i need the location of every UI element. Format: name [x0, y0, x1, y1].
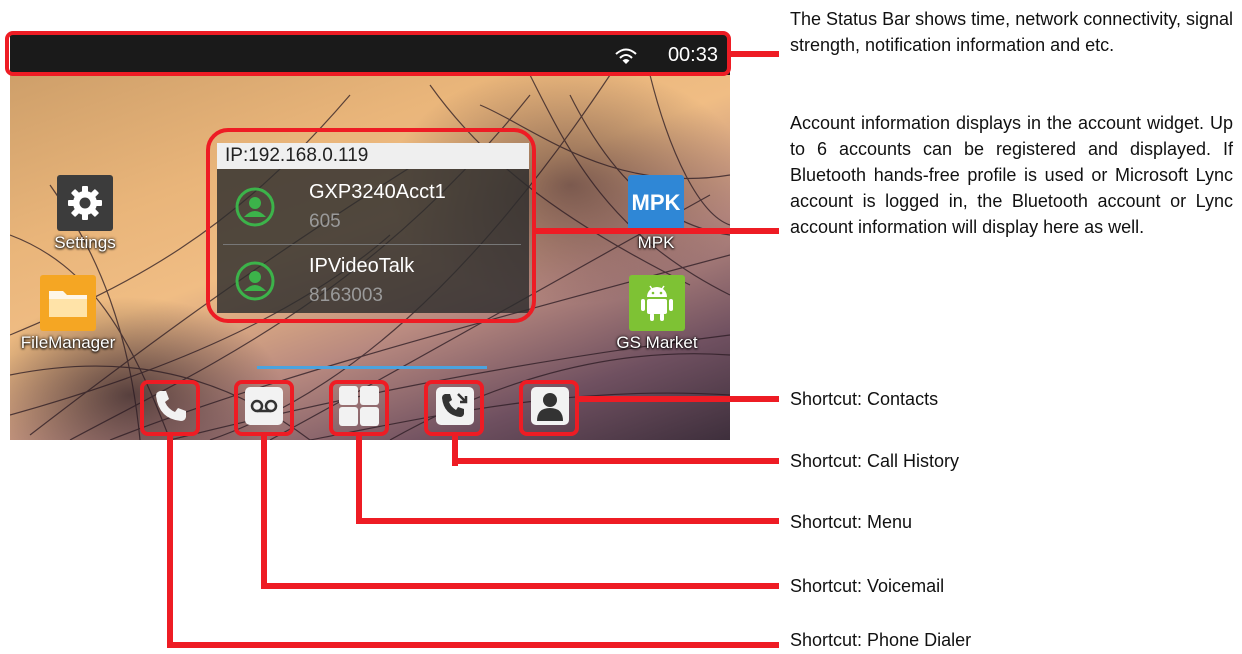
phone-dialer-highlight: [140, 380, 200, 436]
status-bar-callout: The Status Bar shows time, network conne…: [790, 9, 1233, 55]
account-widget-callout: Account information displays in the acco…: [790, 113, 1233, 237]
voicemail-connector-h: [261, 583, 779, 589]
gs-market-app[interactable]: GS Market: [597, 275, 717, 353]
menu-callout: Shortcut: Menu: [790, 512, 913, 532]
call-history-connector-h: [452, 458, 779, 464]
phone-dialer-connector-h: [167, 642, 779, 648]
mpk-tile-text: MPK: [631, 190, 681, 215]
settings-app[interactable]: Settings: [25, 175, 145, 253]
account-widget-highlight: [206, 128, 536, 323]
contacts-connector: [579, 396, 779, 402]
status-bar-connector: [731, 51, 779, 57]
mpk-icon: MPK: [628, 175, 684, 231]
call-history-highlight: [424, 380, 484, 436]
call-history-callout: Shortcut: Call History: [790, 451, 960, 471]
menu-connector-h: [356, 518, 779, 524]
status-bar-highlight: [5, 31, 731, 76]
gear-icon: [57, 175, 113, 231]
android-icon: [629, 275, 685, 331]
voicemail-connector-v: [261, 436, 267, 589]
menu-highlight: [329, 380, 389, 436]
file-manager-app[interactable]: FileManager: [10, 275, 128, 353]
phone-dialer-connector-v: [167, 436, 173, 648]
gs-market-label: GS Market: [616, 333, 698, 352]
contacts-callout: Shortcut: Contacts: [790, 389, 939, 409]
settings-label: Settings: [54, 233, 116, 252]
phone-dialer-callout: Shortcut: Phone Dialer: [790, 630, 972, 650]
voicemail-highlight: [234, 380, 294, 436]
voicemail-callout: Shortcut: Voicemail: [790, 576, 945, 596]
mpk-app[interactable]: MPK MPK: [596, 175, 716, 253]
account-widget-connector: [536, 228, 779, 234]
contacts-highlight: [519, 380, 579, 436]
file-manager-label: FileManager: [20, 333, 116, 352]
folder-icon: [40, 275, 96, 331]
page-indicator: [257, 366, 487, 369]
menu-connector-v: [356, 436, 362, 524]
mpk-label: MPK: [637, 233, 675, 252]
